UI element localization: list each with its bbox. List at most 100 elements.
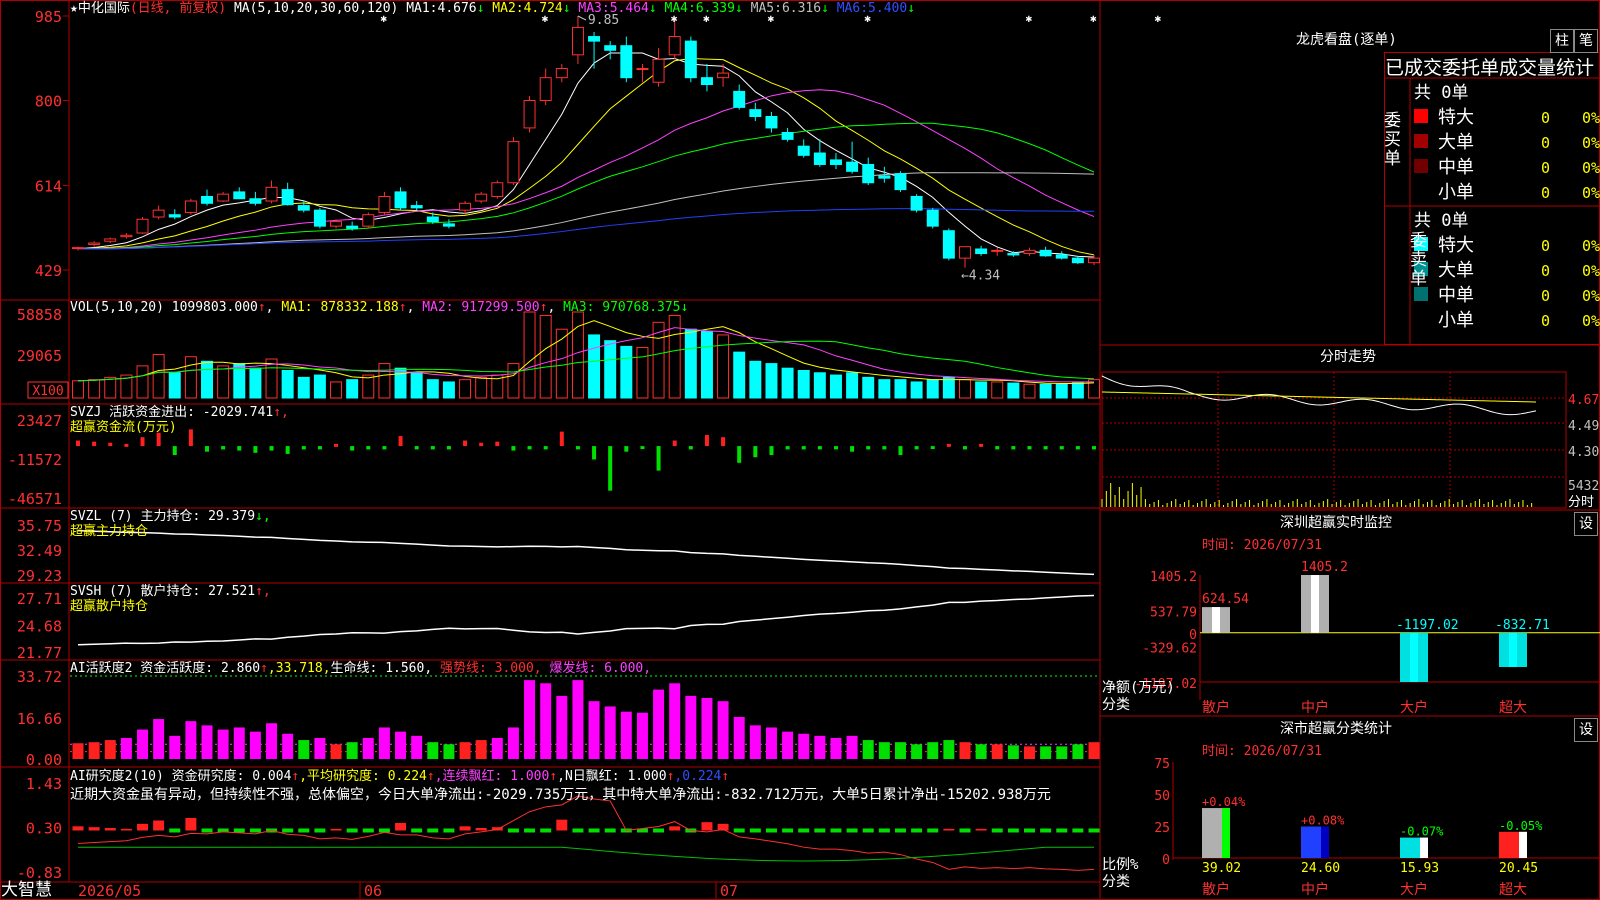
classify-settings-button[interactable]: 设 bbox=[1574, 718, 1598, 742]
chart-mode[interactable]: (日线, 前复权) bbox=[130, 1, 226, 16]
fenshi-title[interactable]: 分时走势 bbox=[1320, 350, 1376, 365]
svzj-bar bbox=[495, 441, 500, 447]
volume-bar bbox=[975, 381, 988, 399]
ai-research-bar bbox=[72, 826, 84, 831]
price-tick-label: 800 bbox=[35, 93, 62, 111]
ai-research-t4: ,N日飘红: 1.000 bbox=[557, 769, 667, 784]
monitor-bar-label: 1405.2 bbox=[1301, 560, 1348, 575]
ai-research-bar bbox=[1024, 828, 1035, 833]
svzj-bar bbox=[1043, 446, 1048, 450]
svzj-bar bbox=[737, 446, 742, 463]
ai-research-bar bbox=[572, 828, 584, 833]
ai-active-bar bbox=[927, 742, 939, 759]
ai-active-bar bbox=[669, 683, 681, 759]
volume-bar bbox=[878, 379, 891, 399]
candle-body bbox=[88, 242, 101, 245]
vol-ma1: MA1: 878332.188 bbox=[281, 300, 399, 315]
candle-body bbox=[523, 100, 536, 129]
ai-research-bar bbox=[830, 828, 842, 833]
ai-research-bar bbox=[1007, 828, 1019, 833]
fenshi-tick: 4.490 bbox=[1568, 419, 1600, 434]
ai-active-bar bbox=[411, 735, 423, 759]
ai-research-bar bbox=[395, 822, 407, 831]
ai-active-bar bbox=[540, 683, 552, 759]
volume-bar bbox=[1023, 383, 1036, 399]
classify-category: 大户 bbox=[1400, 881, 1428, 898]
ai-active-t3: 生命线: 1.560, bbox=[330, 661, 433, 676]
ai-active-t2: ,33.718, bbox=[267, 661, 331, 676]
candle-body bbox=[168, 214, 181, 218]
buy-order-row-name: 特大 bbox=[1438, 107, 1474, 128]
buy-orders-label: 委买单 bbox=[1384, 111, 1401, 169]
svzj-bar bbox=[850, 446, 855, 452]
ai-research-bar bbox=[814, 828, 826, 833]
candle-body bbox=[297, 205, 310, 211]
ma6-value: 5.400 bbox=[868, 1, 908, 16]
order-stats-tabs[interactable]: 已成交委托单成交量统计 bbox=[1385, 57, 1594, 79]
ai-research-bar bbox=[878, 828, 890, 833]
ai-research-bar bbox=[782, 828, 794, 833]
classify-category: 散户 bbox=[1202, 881, 1230, 898]
sell-order-row-percent: 0% bbox=[1582, 312, 1600, 330]
svzj-bar bbox=[608, 446, 613, 491]
candle-body bbox=[781, 131, 794, 140]
volume-bar bbox=[346, 379, 359, 399]
svsh-header: SVSH (7) 散户持仓: 27.521↑, bbox=[70, 584, 271, 599]
ai-active-bar bbox=[894, 742, 906, 759]
volume-bar bbox=[217, 365, 230, 399]
candle-body bbox=[620, 45, 633, 79]
favorite-star-icon[interactable]: ★ bbox=[70, 1, 78, 16]
vol-title: VOL(5,10,20) bbox=[70, 300, 164, 315]
volume-bar bbox=[168, 372, 181, 399]
monitor-settings-button[interactable]: 设 bbox=[1574, 512, 1598, 536]
classify-value-label: 39.02 bbox=[1202, 861, 1241, 876]
ma1-arrow: ↓ bbox=[476, 1, 485, 16]
volume-unit-label: X100 bbox=[32, 384, 63, 399]
app-logo: 大智慧 bbox=[1, 880, 52, 900]
svzj-bar bbox=[801, 446, 806, 450]
volume-bar bbox=[88, 379, 101, 399]
volume-tick-label: 29065 bbox=[17, 347, 62, 365]
svzj-bar bbox=[366, 446, 371, 450]
chart-canvas[interactable]: 9858006144299.85←4.34✱ ✱ ✱ ✱ ✱ ✱ ✱ ✱ ✱5885829065… bbox=[0, 0, 1600, 900]
svzj-bar bbox=[575, 446, 580, 450]
sell-order-row-name: 中单 bbox=[1438, 285, 1474, 306]
ai-research-t5-arrow: ↑ bbox=[721, 769, 730, 784]
tick-mode-button[interactable]: 笔 bbox=[1574, 29, 1598, 53]
ai-research-bar bbox=[524, 828, 536, 833]
svsh-tail: ↑, bbox=[255, 584, 271, 599]
ai-research-bar bbox=[120, 828, 132, 831]
candle-body bbox=[330, 221, 343, 227]
sell-order-row-percent: 0% bbox=[1582, 237, 1600, 255]
svzj-bar bbox=[914, 446, 919, 450]
svzj-bar bbox=[301, 446, 306, 450]
ai-research-tick-label: 1.43 bbox=[26, 775, 62, 793]
ai-active-bar bbox=[120, 737, 132, 759]
classify-value-label: 20.45 bbox=[1499, 861, 1538, 876]
svzj-bar bbox=[205, 446, 210, 452]
stock-name[interactable]: 中化国际 bbox=[78, 1, 130, 16]
ma1-name: MA1: bbox=[406, 1, 438, 16]
buy-order-row-value: 0 bbox=[1541, 184, 1550, 202]
ai-active-bar bbox=[782, 731, 794, 759]
classify-change-label: -0.07% bbox=[1400, 825, 1444, 839]
classify-bar-accent bbox=[1519, 831, 1527, 858]
bar-mode-button[interactable]: 柱 bbox=[1550, 29, 1574, 53]
classify-change-label: -0.05% bbox=[1499, 819, 1543, 833]
ai-active-bar bbox=[846, 735, 858, 759]
svzl-tick-label: 29.23 bbox=[17, 567, 62, 585]
price-tick-label: 985 bbox=[35, 8, 62, 26]
candle-body bbox=[652, 58, 665, 83]
volume-bar bbox=[765, 363, 778, 399]
ai-research-bar bbox=[362, 828, 374, 833]
volume-bar bbox=[184, 356, 197, 399]
ma2-line bbox=[77, 57, 1095, 256]
svzj-tick-label: -11572 bbox=[8, 451, 62, 469]
buy-order-row-value: 0 bbox=[1541, 134, 1550, 152]
candle-body bbox=[394, 191, 407, 209]
candle-body bbox=[104, 238, 117, 242]
ai-research-bar bbox=[411, 828, 423, 833]
candle-body bbox=[1023, 249, 1036, 255]
ai-research-bar bbox=[1040, 828, 1052, 833]
candle-body bbox=[442, 223, 455, 227]
